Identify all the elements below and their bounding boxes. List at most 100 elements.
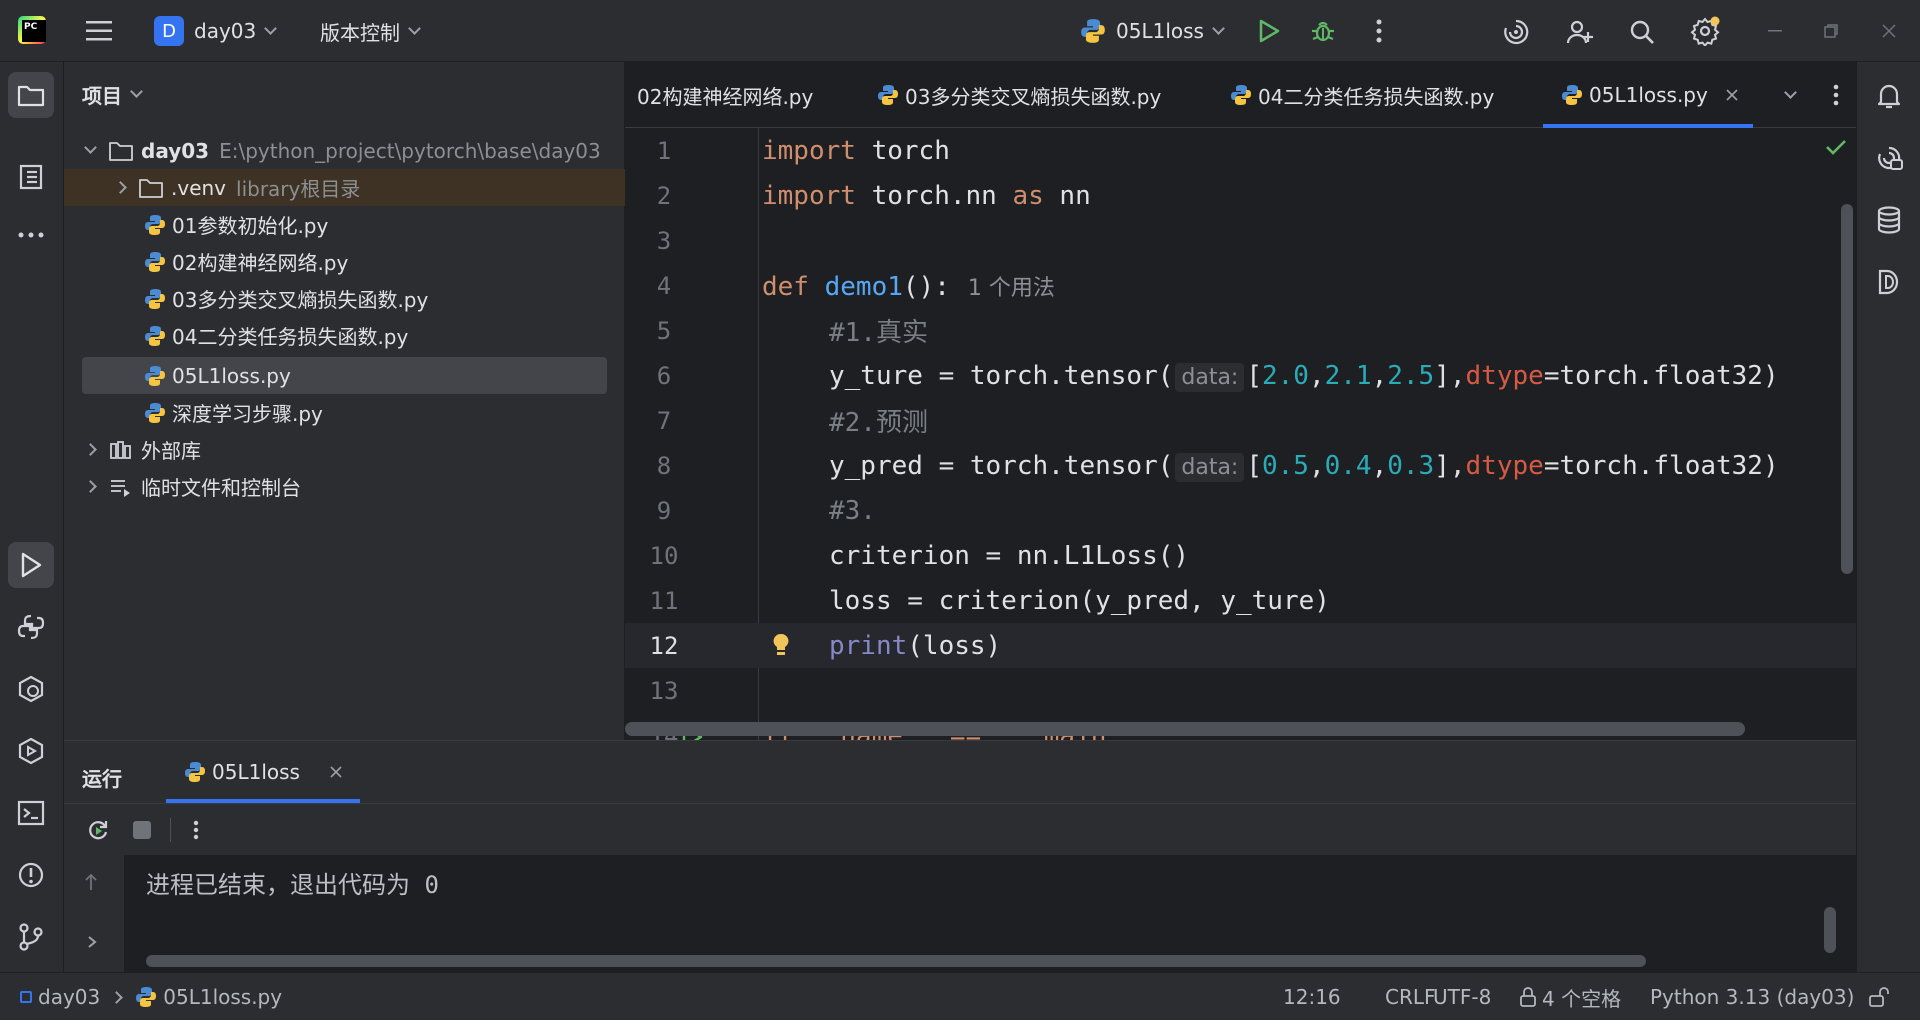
code-editor[interactable]: 1 import torch 2 import torch.nn as nn 3… bbox=[625, 128, 1856, 740]
param-hint: data: bbox=[1175, 362, 1245, 392]
more-actions-icon[interactable] bbox=[1364, 16, 1394, 46]
code-line-current: 12 print(loss) bbox=[625, 623, 1856, 668]
database-icon[interactable] bbox=[1867, 198, 1911, 242]
stop-icon[interactable] bbox=[128, 816, 156, 844]
tree-file-item-selected[interactable]: 05L1loss.py bbox=[82, 357, 607, 394]
tree-file-item[interactable]: 深度学习步骤.py bbox=[64, 394, 625, 431]
console-horizontal-scrollbar[interactable] bbox=[146, 955, 1646, 967]
project-tool-folder-icon[interactable] bbox=[8, 72, 54, 118]
chevron-right-icon bbox=[114, 181, 127, 194]
python-interpreter[interactable]: Python 3.13 (day03) bbox=[1650, 973, 1854, 1020]
tab-more-icon[interactable] bbox=[1821, 80, 1851, 110]
console-gutter bbox=[64, 855, 124, 973]
breadcrumb: day03 05L1loss.py bbox=[20, 973, 282, 1020]
breadcrumb-file[interactable]: 05L1loss.py bbox=[163, 985, 282, 1009]
run-tab[interactable]: 05L1loss bbox=[166, 741, 360, 803]
no-problems-check-icon[interactable] bbox=[1825, 138, 1847, 156]
git-branch-icon[interactable] bbox=[8, 914, 54, 960]
line-number: 1 bbox=[656, 136, 672, 165]
structure-icon[interactable] bbox=[8, 154, 54, 200]
tree-root-day03[interactable]: day03 E:\python_project\pytorch\base\day… bbox=[64, 132, 625, 169]
line-separator[interactable]: CRLF bbox=[1385, 973, 1436, 1020]
python-file-icon bbox=[145, 288, 165, 309]
file-name: 04二分类任务损失函数.py bbox=[172, 325, 409, 349]
code-line: 5 #1.真实 bbox=[625, 308, 1856, 353]
run-config-selector[interactable]: 05L1loss bbox=[1080, 0, 1225, 62]
title-bar: D day03 版本控制 05L1loss bbox=[0, 0, 1920, 62]
search-icon[interactable] bbox=[1626, 16, 1658, 48]
problems-icon[interactable] bbox=[8, 852, 54, 898]
lightbulb-icon[interactable] bbox=[771, 632, 791, 658]
code-line: 2 import torch.nn as nn bbox=[625, 173, 1856, 218]
root-folder-name: day03 bbox=[141, 138, 210, 163]
scientific-mode-icon[interactable] bbox=[1867, 260, 1911, 304]
run-panel: 运行 05L1loss 进程已结束，退出代码为 0 bbox=[64, 740, 1856, 973]
param-hint: data: bbox=[1175, 452, 1245, 482]
console-exit-message: 进程已结束，退出代码为 0 bbox=[146, 871, 439, 899]
caret-position[interactable]: 12:16 bbox=[1283, 973, 1341, 1020]
horizontal-scrollbar[interactable] bbox=[625, 722, 1745, 736]
file-encoding[interactable]: UTF-8 bbox=[1433, 973, 1491, 1020]
project-badge: D bbox=[154, 16, 184, 46]
minimize-icon[interactable] bbox=[1760, 16, 1790, 46]
tree-file-item[interactable]: 02构建神经网络.py bbox=[64, 243, 625, 280]
console-vertical-scrollbar[interactable] bbox=[1824, 907, 1836, 953]
line-number: 10 bbox=[649, 541, 679, 570]
close-window-icon[interactable] bbox=[1874, 16, 1904, 46]
ai-chat-icon[interactable] bbox=[1867, 136, 1911, 180]
add-user-icon[interactable] bbox=[1564, 16, 1596, 48]
code-line: 13 bbox=[625, 668, 1856, 713]
close-tab-icon[interactable] bbox=[330, 766, 342, 778]
python-file-icon bbox=[1231, 85, 1251, 105]
run-icon[interactable] bbox=[1254, 16, 1284, 46]
toolbar-separator bbox=[170, 818, 171, 842]
python-packages-icon[interactable] bbox=[8, 604, 54, 650]
readonly-toggle[interactable] bbox=[1868, 973, 1890, 1020]
chevron-right-icon[interactable] bbox=[86, 935, 98, 949]
python-file-icon bbox=[136, 987, 157, 1007]
editor-tab[interactable]: 03多分类交叉熵损失函数.py bbox=[877, 62, 1161, 128]
editor-tab[interactable]: 02构建神经网络.py bbox=[637, 62, 813, 128]
usages-hint[interactable]: 1 个用法 bbox=[968, 276, 1055, 301]
vertical-scrollbar[interactable] bbox=[1841, 204, 1853, 574]
external-libs-label: 外部库 bbox=[141, 439, 201, 463]
debug-icon[interactable] bbox=[1308, 16, 1338, 46]
main-menu-icon[interactable] bbox=[84, 16, 114, 46]
more-tools-icon[interactable] bbox=[8, 212, 54, 258]
notifications-bell-icon[interactable] bbox=[1867, 74, 1911, 118]
tab-list-chevron-icon[interactable] bbox=[1775, 80, 1805, 110]
tree-file-item[interactable]: 04二分类任务损失函数.py bbox=[64, 317, 625, 354]
vcs-menu[interactable]: 版本控制 bbox=[320, 0, 421, 62]
project-switcher[interactable]: D day03 bbox=[154, 0, 278, 62]
scroll-up-arrow-icon[interactable] bbox=[84, 873, 98, 891]
run-more-icon[interactable] bbox=[182, 816, 210, 844]
terminal-icon[interactable] bbox=[8, 790, 54, 836]
close-tab-icon[interactable] bbox=[1726, 89, 1738, 101]
run-tool-icon[interactable] bbox=[8, 542, 54, 588]
python-file-icon bbox=[145, 365, 165, 386]
restore-icon[interactable] bbox=[1816, 16, 1846, 46]
file-name: 02构建神经网络.py bbox=[172, 251, 349, 275]
run-config-name: 05L1loss bbox=[1116, 19, 1204, 43]
tree-file-item[interactable]: 01参数初始化.py bbox=[64, 206, 625, 243]
python-console-icon[interactable] bbox=[8, 728, 54, 774]
settings-gear-icon[interactable] bbox=[1688, 14, 1722, 48]
services-icon[interactable] bbox=[8, 666, 54, 712]
tree-scratches-consoles[interactable]: 临时文件和控制台 bbox=[64, 468, 625, 505]
ai-assistant-icon[interactable] bbox=[1500, 16, 1532, 48]
tree-file-item[interactable]: 03多分类交叉熵损失函数.py bbox=[64, 280, 625, 317]
tab-label: 02构建神经网络.py bbox=[637, 84, 814, 109]
pycharm-logo-icon[interactable] bbox=[18, 16, 46, 44]
indent-setting[interactable]: 4 个空格 bbox=[1518, 973, 1621, 1020]
vcs-label: 版本控制 bbox=[320, 20, 400, 45]
console-output[interactable]: 进程已结束，退出代码为 0 bbox=[124, 855, 1856, 973]
editor-tab[interactable]: 04二分类任务损失函数.py bbox=[1230, 62, 1494, 128]
tree-external-libraries[interactable]: 外部库 bbox=[64, 431, 625, 468]
tab-label: 05L1loss.py bbox=[1589, 83, 1708, 107]
tree-item-venv[interactable]: .venv library根目录 bbox=[64, 169, 625, 206]
rerun-icon[interactable] bbox=[84, 816, 112, 844]
run-toolbar bbox=[64, 803, 1856, 855]
project-panel-header[interactable]: 项目 bbox=[82, 80, 143, 109]
editor-tab-active[interactable]: 05L1loss.py bbox=[1543, 62, 1753, 128]
breadcrumb-project[interactable]: day03 bbox=[38, 985, 100, 1009]
